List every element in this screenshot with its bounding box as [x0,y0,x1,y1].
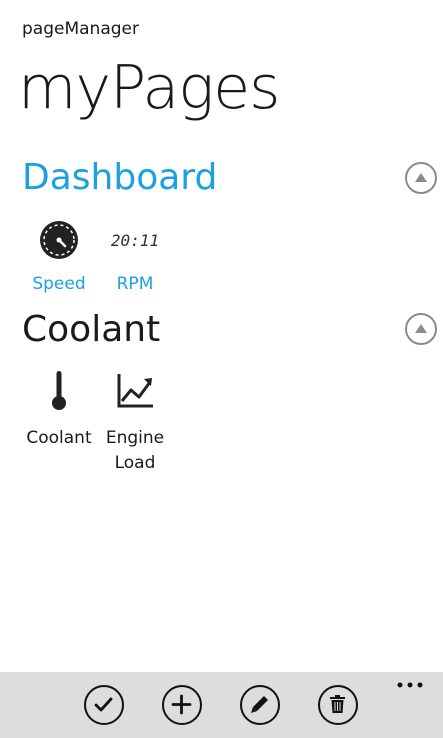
page-title: myPages [18,53,280,123]
thermometer-icon [52,371,66,410]
plus-icon [171,694,192,715]
tile-coolant[interactable]: Coolant [21,368,97,451]
tile-label-engineload: EngineLoad [105,428,165,473]
edit-button[interactable] [240,685,280,725]
chevron-up-icon [415,173,427,182]
tile-rpm[interactable]: 20:11 RPM [97,218,173,297]
app-name: pageManager [22,19,139,39]
more-dots-icon[interactable] [397,682,423,688]
tile-label-rpm: RPM [116,274,154,294]
check-icon [94,697,113,712]
application-bar [0,672,443,738]
check-button[interactable] [84,685,124,725]
group-dashboard: Dashboard Speed 20:11 RPM [0,156,443,306]
digital-clock-icon: 20:11 [110,230,160,250]
tile-speed[interactable]: Speed [21,218,97,297]
group-coolant: Coolant Coolant EngineLoad [0,308,443,488]
speedometer-icon [40,221,78,259]
group-header-dashboard[interactable]: Dashboard [22,156,217,200]
tile-label-speed: Speed [32,274,86,294]
chevron-up-icon [415,324,427,333]
trash-icon [330,695,345,713]
collapse-dashboard-button[interactable] [405,162,437,194]
collapse-coolant-button[interactable] [405,313,437,345]
line-chart-icon [117,374,153,408]
tile-label-coolant: Coolant [26,428,92,448]
group-header-coolant[interactable]: Coolant [22,308,160,352]
delete-button[interactable] [318,685,358,725]
tile-engineload[interactable]: EngineLoad [97,368,173,476]
pencil-icon [251,696,268,713]
add-button[interactable] [162,685,202,725]
